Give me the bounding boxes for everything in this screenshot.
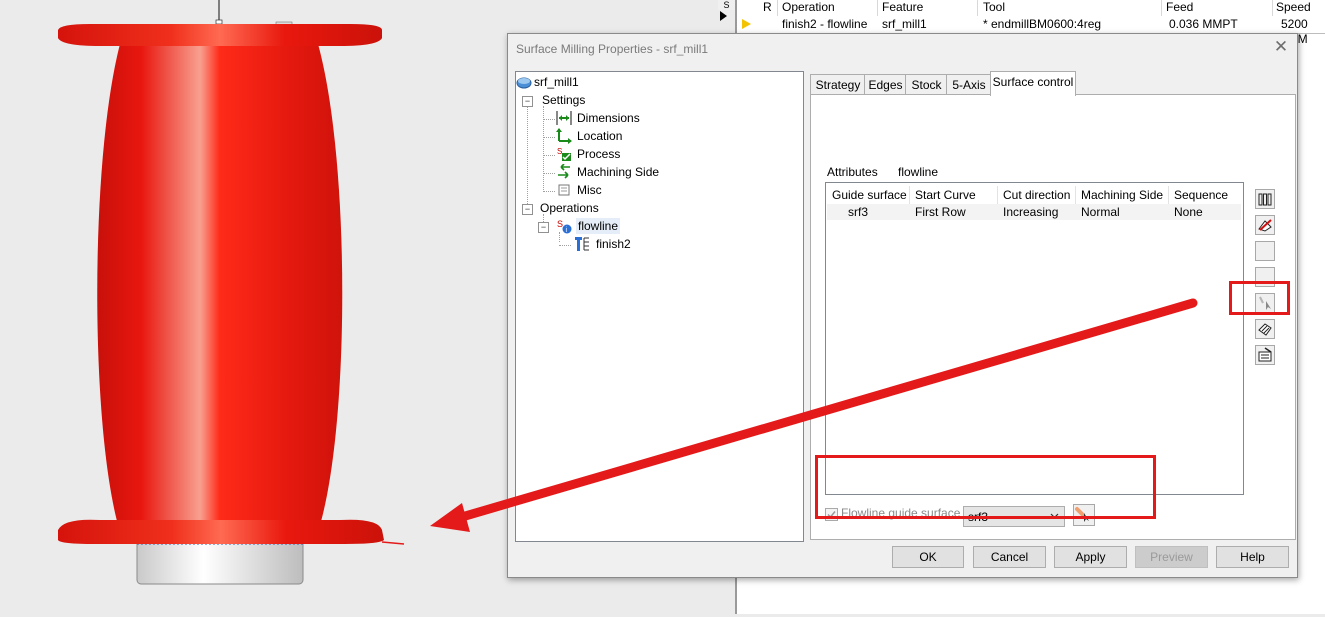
column-header-speed[interactable]: Speed bbox=[1276, 0, 1311, 15]
dimensions-icon bbox=[556, 110, 572, 126]
attributes-label: Attributes bbox=[827, 165, 878, 179]
feature-tree[interactable]: srf_mill1 − Settings Dimensions Location… bbox=[515, 71, 804, 542]
cell-machining-side: Normal bbox=[1081, 205, 1120, 219]
tab-strategy[interactable]: Strategy bbox=[810, 74, 866, 95]
cell-cut-direction: Increasing bbox=[1003, 205, 1059, 219]
columns-icon bbox=[1258, 193, 1272, 206]
attributes-value: flowline bbox=[898, 165, 939, 179]
row-feature: srf_mill1 bbox=[882, 17, 927, 31]
edit-surface-icon bbox=[1258, 219, 1272, 232]
tree-label-dimensions: Dimensions bbox=[577, 111, 640, 125]
tree-label-machining-side: Machining Side bbox=[577, 165, 660, 179]
machining-side-icon bbox=[556, 163, 572, 180]
blank-button-1[interactable] bbox=[1255, 241, 1275, 261]
svg-text:S: S bbox=[557, 219, 563, 229]
tree-label-flowline: flowline bbox=[576, 218, 621, 234]
settings-expander-icon[interactable]: − bbox=[522, 96, 533, 107]
cancel-button[interactable]: Cancel bbox=[973, 546, 1046, 568]
current-operation-icon bbox=[742, 19, 751, 29]
apply-button[interactable]: Apply bbox=[1054, 546, 1127, 568]
flowline-expander-icon[interactable]: − bbox=[538, 222, 549, 233]
ok-button[interactable]: OK bbox=[892, 546, 964, 568]
current-row-arrow-icon bbox=[720, 11, 727, 21]
properties-icon bbox=[1258, 347, 1272, 362]
grid-header-sequence[interactable]: Sequence bbox=[1169, 186, 1242, 204]
annotation-highlight-button bbox=[1229, 281, 1290, 315]
grid-header-start-curve[interactable]: Start Curve bbox=[910, 186, 998, 204]
scroll-up-button[interactable]: S bbox=[718, 0, 735, 10]
tab-surface-control[interactable]: Surface control bbox=[990, 71, 1076, 96]
tree-label-process: Process bbox=[577, 147, 621, 161]
guide-surface-grid[interactable]: Guide surface Start Curve Cut direction … bbox=[825, 182, 1244, 495]
row-tool: * endmillBM0600:4reg bbox=[983, 17, 1102, 31]
properties-button[interactable] bbox=[1255, 345, 1275, 365]
close-button[interactable]: ✕ bbox=[1273, 38, 1289, 55]
column-header-feature[interactable]: Feature bbox=[882, 0, 923, 15]
misc-icon bbox=[556, 182, 572, 198]
flowline-operation-icon: Si bbox=[556, 218, 572, 234]
flowline-guide-button[interactable] bbox=[1255, 319, 1275, 339]
process-icon: S bbox=[556, 146, 572, 162]
cell-start-curve: First Row bbox=[915, 205, 966, 219]
tab-edges[interactable]: Edges bbox=[864, 74, 907, 95]
column-header-tool[interactable]: Tool bbox=[983, 0, 1005, 15]
column-header-operation[interactable]: Operation bbox=[782, 0, 835, 15]
tab-5-axis[interactable]: 5-Axis bbox=[946, 74, 992, 95]
tree-label-misc: Misc bbox=[577, 183, 602, 197]
row-speed: 5200 RPM bbox=[1281, 17, 1308, 46]
columns-button[interactable] bbox=[1255, 189, 1275, 209]
tab-stock[interactable]: Stock bbox=[905, 74, 948, 95]
grid-header-guide-surface[interactable]: Guide surface bbox=[827, 186, 910, 204]
grid-header-cut-direction[interactable]: Cut direction bbox=[998, 186, 1076, 204]
column-header-r[interactable]: R bbox=[763, 0, 772, 15]
row-operation: finish2 - flowline bbox=[782, 17, 868, 31]
operations-expander-icon[interactable]: − bbox=[522, 204, 533, 215]
tree-item-settings[interactable]: Settings bbox=[542, 92, 585, 108]
help-button[interactable]: Help bbox=[1216, 546, 1289, 568]
flowline-guide-icon bbox=[1258, 323, 1272, 336]
tree-label-operations: Operations bbox=[540, 201, 599, 215]
dialog-title: Surface Milling Properties - srf_mill1 bbox=[516, 42, 709, 56]
preview-button[interactable]: Preview bbox=[1135, 546, 1208, 568]
cell-guide-surface: srf3 bbox=[848, 205, 869, 219]
tree-label-location: Location bbox=[577, 129, 623, 143]
part-icon bbox=[516, 74, 532, 90]
column-header-feed[interactable]: Feed bbox=[1166, 0, 1193, 15]
operations-table: S R Operation Feature Tool Feed Speed fi… bbox=[718, 0, 1325, 46]
annotation-highlight-flowline bbox=[815, 455, 1156, 519]
location-icon bbox=[556, 128, 572, 144]
row-feed: 0.036 MMPT bbox=[1169, 17, 1238, 31]
edit-surface-button[interactable] bbox=[1255, 215, 1275, 235]
grid-header-machining-side[interactable]: Machining Side bbox=[1076, 186, 1169, 204]
finish-tool-icon bbox=[574, 236, 590, 252]
tree-label-settings: Settings bbox=[542, 93, 586, 107]
svg-text:S: S bbox=[557, 147, 562, 156]
tree-label-root: srf_mill1 bbox=[534, 75, 579, 89]
tree-label-finish2: finish2 bbox=[596, 237, 631, 251]
tree-item-operations[interactable]: Operations bbox=[540, 200, 599, 216]
cell-sequence: None bbox=[1174, 205, 1203, 219]
